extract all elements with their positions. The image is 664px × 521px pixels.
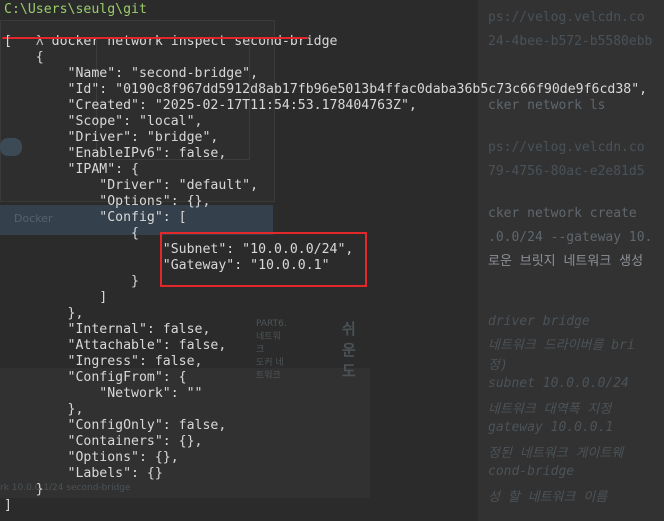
output-line: [ [4,34,12,49]
command-underline-annotation [2,37,308,39]
output-line: "Id": "0190c8f967dd5912d8ab17fb96e5013b4… [4,82,648,97]
output-line: "Name": "second-bridge", [4,66,259,81]
output-line: }, [4,402,84,417]
output-line: } [4,274,139,289]
current-path: C:\Users\seulg\git [4,2,147,17]
output-line: "ConfigOnly": false, [4,418,227,433]
output-line: "EnableIPv6": false, [4,146,227,161]
output-line: { [4,226,139,241]
output-line: "Scope": "local", [4,114,203,129]
output-line: "Attachable": false, [4,338,227,353]
output-line: "Options": {}, [4,194,211,209]
output-line: "Network": "" [4,386,203,401]
output-line: "Driver": "default", [4,178,259,193]
output-line: "Containers": {}, [4,434,203,449]
command-line[interactable]: λ docker network inspect second-bridge [4,18,338,66]
output-line: "Created": "2025-02-17T11:54:53.17840476… [4,98,417,113]
subnet-gateway-highlight-box [160,232,367,287]
output-line: "Internal": false, [4,322,211,337]
output-line: "ConfigFrom": { [4,370,187,385]
terminal-window[interactable]: C:\Users\seulg\git λ docker network insp… [0,0,664,521]
output-line: "Config": [ [4,210,187,225]
output-line: ] [4,498,12,513]
output-line: "IPAM": { [4,162,139,177]
output-line: "Ingress": false, [4,354,203,369]
output-line: "Driver": "bridge", [4,130,219,145]
output-line: "Labels": {} [4,466,163,481]
output-line: }, [4,306,84,321]
output-line: } [4,482,44,497]
output-line: "Options": {}, [4,450,179,465]
output-line: ] [4,290,108,305]
output-line: { [4,50,44,65]
